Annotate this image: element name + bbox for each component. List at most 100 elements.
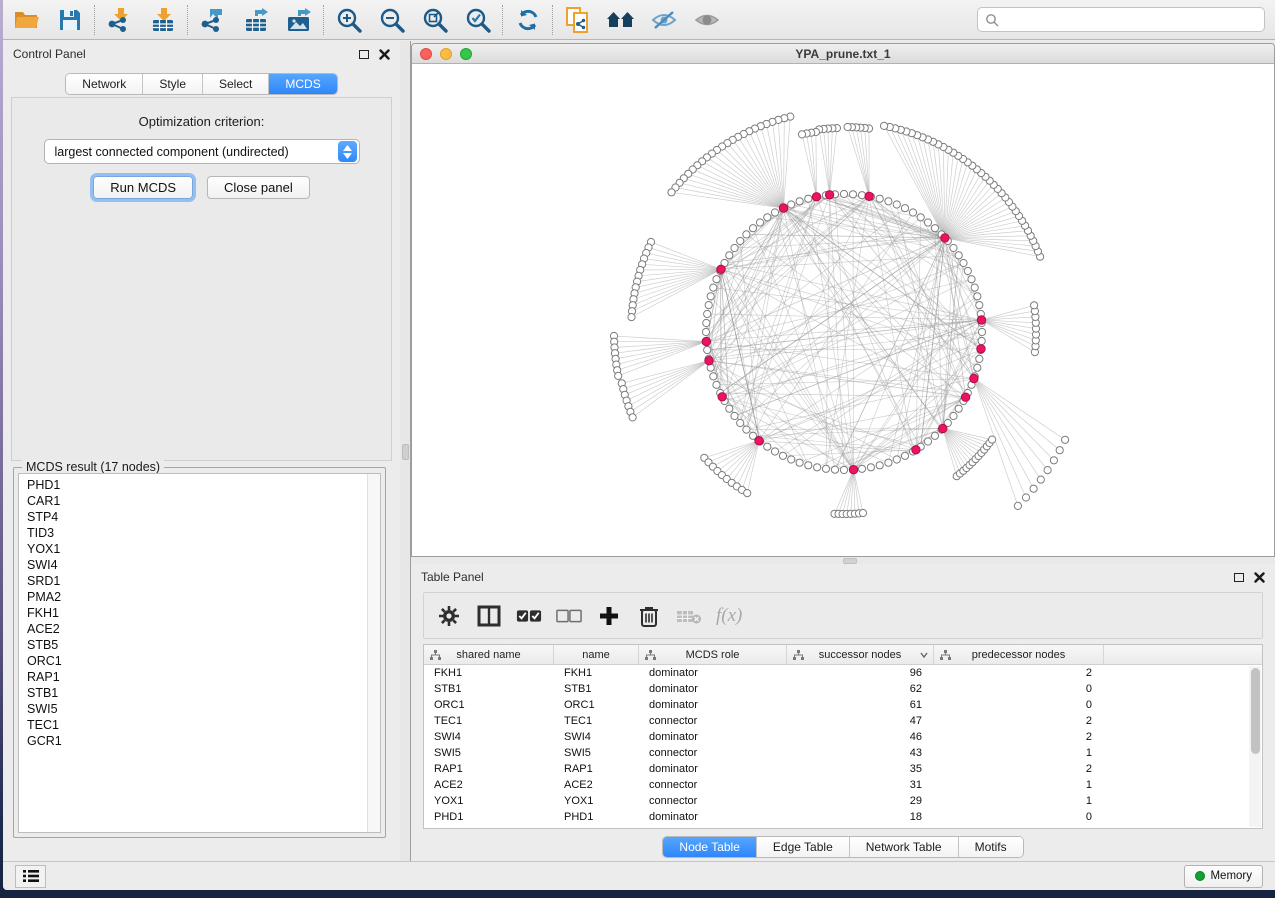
mcds-result-item[interactable]: TEC1 (27, 717, 380, 733)
import-table-button[interactable] (141, 3, 184, 37)
graph-node[interactable] (764, 443, 771, 450)
graph-node[interactable] (885, 459, 892, 466)
graph-node[interactable] (867, 464, 874, 471)
zoom-out-button[interactable] (370, 3, 413, 37)
memory-button[interactable]: Memory (1184, 865, 1263, 888)
duplicate-network-button[interactable] (556, 3, 599, 37)
graph-node[interactable] (707, 293, 714, 300)
graph-node[interactable] (726, 252, 733, 259)
scrollbar-thumb[interactable] (1251, 668, 1260, 754)
graph-leaf-node[interactable] (628, 314, 635, 321)
graph-node[interactable] (796, 198, 803, 205)
table-tab-node-table[interactable]: Node Table (663, 837, 757, 857)
graph-node[interactable] (976, 355, 983, 362)
graph-node[interactable] (960, 259, 967, 266)
vertical-splitter[interactable] (400, 41, 411, 861)
graph-node[interactable] (731, 412, 738, 419)
graph-leaf-node[interactable] (1044, 467, 1051, 474)
graph-node[interactable] (858, 465, 865, 472)
graph-node[interactable] (743, 426, 750, 433)
mcds-hub-node[interactable] (939, 424, 947, 432)
graph-node[interactable] (876, 195, 883, 202)
table-tab-network-table[interactable]: Network Table (850, 837, 959, 857)
graph-node[interactable] (713, 276, 720, 283)
graph-node[interactable] (703, 319, 710, 326)
graph-node[interactable] (971, 284, 978, 291)
table-row[interactable]: FKH1FKH1dominator962 (424, 665, 1262, 681)
graph-node[interactable] (805, 462, 812, 469)
column-header-MCDS-role[interactable]: MCDS role (639, 645, 787, 664)
graph-node[interactable] (737, 419, 744, 426)
graph-leaf-node[interactable] (1030, 485, 1037, 492)
graph-node[interactable] (917, 214, 924, 221)
graph-node[interactable] (893, 201, 900, 208)
table-row[interactable]: YOX1YOX1connector291 (424, 793, 1262, 809)
tab-select[interactable]: Select (203, 74, 269, 94)
graph-node[interactable] (788, 201, 795, 208)
graph-leaf-node[interactable] (1062, 436, 1069, 443)
mcds-hub-node[interactable] (825, 191, 833, 199)
graph-leaf-node[interactable] (1014, 502, 1021, 509)
graph-node[interactable] (876, 462, 883, 469)
graph-leaf-node[interactable] (629, 414, 636, 421)
graph-node[interactable] (901, 452, 908, 459)
mcds-hub-node[interactable] (702, 337, 710, 345)
mcds-hub-node[interactable] (977, 345, 985, 353)
graph-node[interactable] (849, 191, 856, 198)
search-box[interactable] (977, 7, 1265, 32)
graph-node[interactable] (737, 237, 744, 244)
mcds-hub-node[interactable] (912, 446, 920, 454)
graph-leaf-node[interactable] (989, 436, 996, 443)
graph-node[interactable] (822, 465, 829, 472)
show-column-panel-button[interactable] (476, 603, 502, 629)
graph-node[interactable] (713, 381, 720, 388)
tab-mcds[interactable]: MCDS (269, 74, 336, 94)
graph-leaf-node[interactable] (881, 122, 888, 129)
graph-node[interactable] (978, 337, 985, 344)
graph-leaf-node[interactable] (798, 131, 805, 138)
import-network-button[interactable] (98, 3, 141, 37)
mcds-hub-node[interactable] (849, 466, 857, 474)
mcds-result-item[interactable]: CAR1 (27, 493, 380, 509)
graph-leaf-node[interactable] (1037, 476, 1044, 483)
graph-node[interactable] (831, 466, 838, 473)
graph-leaf-node[interactable] (1031, 302, 1038, 309)
graph-node[interactable] (955, 405, 962, 412)
open-file-button[interactable] (5, 3, 48, 37)
tab-network[interactable]: Network (66, 74, 143, 94)
mcds-result-item[interactable]: TID3 (27, 525, 380, 541)
table-scrollbar[interactable] (1249, 666, 1261, 827)
mcds-hub-node[interactable] (812, 193, 820, 201)
graph-node[interactable] (771, 448, 778, 455)
save-session-button[interactable] (48, 3, 91, 37)
tab-style[interactable]: Style (143, 74, 203, 94)
graph-node[interactable] (964, 267, 971, 274)
mcds-result-item[interactable]: GCR1 (27, 733, 380, 749)
mcds-result-item[interactable]: FKH1 (27, 605, 380, 621)
graph-node[interactable] (950, 412, 957, 419)
graph-node[interactable] (909, 209, 916, 216)
graph-node[interactable] (705, 302, 712, 309)
table-row[interactable]: ACE2ACE2connector311 (424, 777, 1262, 793)
mcds-hub-node[interactable] (865, 192, 873, 200)
graph-node[interactable] (978, 328, 985, 335)
mcds-hub-node[interactable] (970, 374, 978, 382)
table-settings-button[interactable] (436, 603, 462, 629)
mcds-hub-node[interactable] (779, 204, 787, 212)
mcds-result-item[interactable]: ORC1 (27, 653, 380, 669)
graph-leaf-node[interactable] (859, 509, 866, 516)
graph-node[interactable] (704, 310, 711, 317)
zoom-fit-button[interactable] (413, 3, 456, 37)
graph-leaf-node[interactable] (1022, 494, 1029, 501)
mcds-result-item[interactable]: STP4 (27, 509, 380, 525)
run-mcds-button[interactable]: Run MCDS (93, 176, 193, 199)
network-window-titlebar[interactable]: YPA_prune.txt_1 (412, 44, 1274, 64)
graph-node[interactable] (756, 219, 763, 226)
graph-node[interactable] (814, 464, 821, 471)
graph-node[interactable] (840, 190, 847, 197)
graph-node[interactable] (955, 252, 962, 259)
export-image-button[interactable] (277, 3, 320, 37)
float-panel-icon[interactable] (359, 50, 369, 59)
mcds-result-item[interactable]: PMA2 (27, 589, 380, 605)
mcds-result-item[interactable]: STB1 (27, 685, 380, 701)
